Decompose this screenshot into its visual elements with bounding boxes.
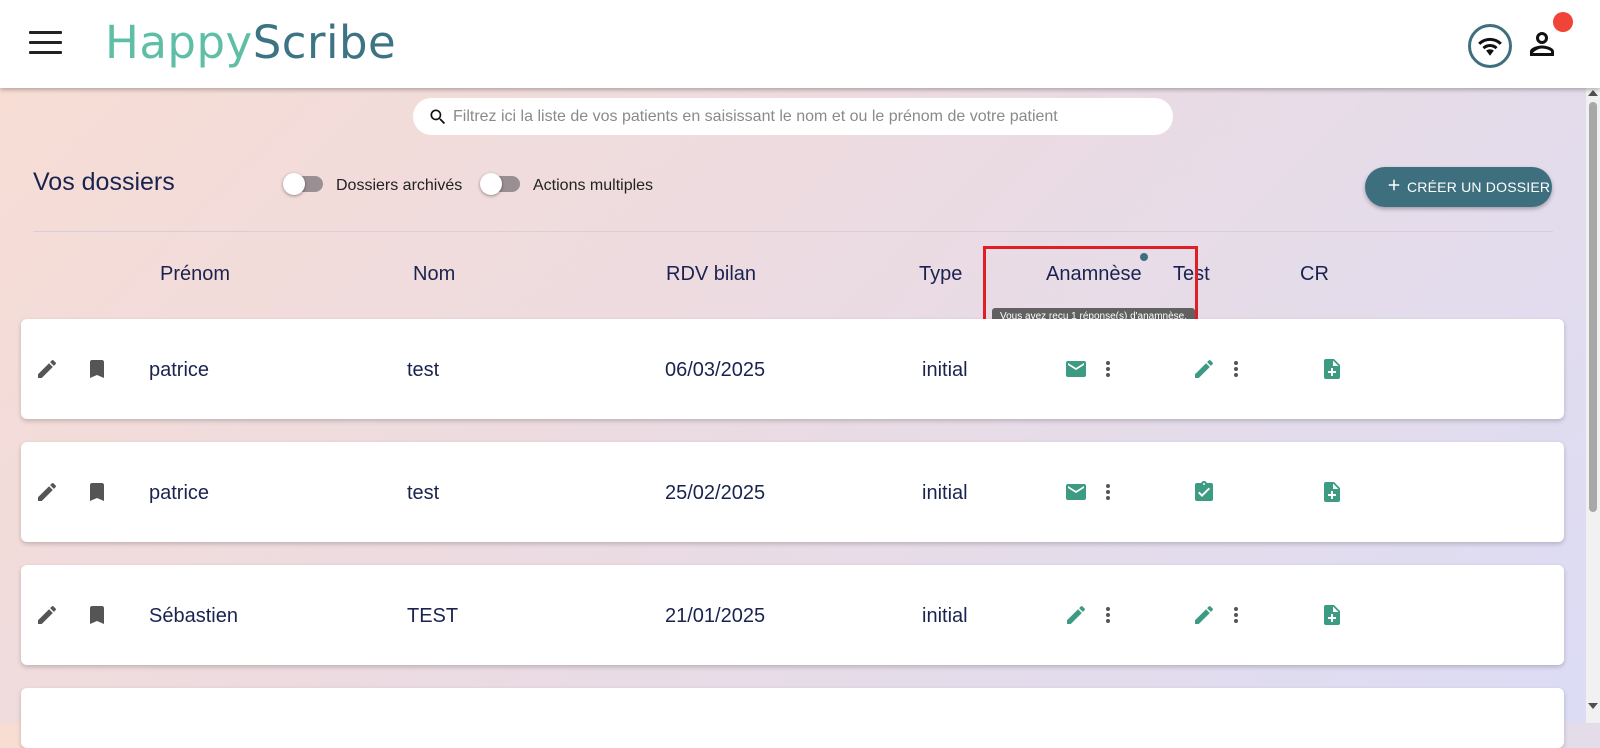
logo-part-happy: Happy (105, 16, 253, 69)
column-header-cr: CR (1300, 263, 1329, 285)
anamnese-notification-dot[interactable] (1140, 253, 1148, 261)
table-row[interactable] (21, 688, 1564, 748)
patient-search (413, 98, 1173, 135)
multiple-actions-toggle[interactable] (480, 173, 520, 195)
cell-prenom: patrice (149, 482, 210, 504)
menu-icon[interactable] (29, 31, 62, 55)
multiple-actions-toggle-label: Actions multiples (533, 177, 654, 194)
column-header-type[interactable]: Type (919, 263, 962, 286)
note-add-icon[interactable] (1320, 603, 1344, 627)
more-vert-icon[interactable] (1224, 603, 1248, 627)
app-header: HappyScribe (0, 0, 1600, 88)
clipboard-check-icon[interactable] (1192, 480, 1216, 504)
mail-icon[interactable] (1064, 357, 1088, 381)
table-row[interactable]: patrice test 25/02/2025 initial (21, 442, 1564, 542)
logo-part-scribe: Scribe (252, 16, 397, 69)
column-header-rdv[interactable]: RDV bilan (666, 263, 756, 286)
cell-rdv: 06/03/2025 (665, 359, 766, 381)
mail-icon[interactable] (1064, 480, 1088, 504)
more-vert-icon[interactable] (1096, 603, 1120, 627)
cell-nom: test (407, 359, 440, 381)
table-row[interactable]: patrice test 06/03/2025 initial (21, 319, 1564, 419)
edit-icon[interactable] (35, 357, 59, 381)
search-icon (428, 107, 448, 132)
toggle-knob (283, 173, 305, 195)
page-title: Vos dossiers (33, 168, 175, 196)
bookmark-icon[interactable] (85, 603, 109, 627)
cell-nom: test (407, 482, 440, 504)
more-vert-icon[interactable] (1224, 357, 1248, 381)
column-header-test: Test (1173, 263, 1210, 285)
cell-type: initial (922, 482, 968, 504)
cell-nom: TEST (407, 605, 459, 627)
edit-icon[interactable] (35, 480, 59, 504)
column-header-nom[interactable]: Nom (413, 263, 455, 286)
page-scrollbar[interactable] (1586, 88, 1600, 723)
app-logo[interactable]: HappyScribe (105, 16, 396, 69)
note-add-icon[interactable] (1320, 357, 1344, 381)
cell-rdv: 21/01/2025 (665, 605, 766, 627)
cell-prenom: patrice (149, 359, 210, 381)
table-row[interactable]: Sébastien TEST 21/01/2025 initial (21, 565, 1564, 665)
create-dossier-label: CRÉER UN DOSSIER (1407, 179, 1551, 195)
cell-prenom: Sébastien (149, 605, 238, 627)
toggle-knob (480, 173, 502, 195)
search-input[interactable] (451, 100, 1155, 134)
pencil-icon[interactable] (1192, 357, 1216, 381)
pencil-icon[interactable] (1192, 603, 1216, 627)
bookmark-icon[interactable] (85, 480, 109, 504)
divider (33, 231, 1553, 232)
cell-type: initial (922, 359, 968, 381)
create-dossier-button[interactable]: CRÉER UN DOSSIER (1365, 167, 1552, 207)
notification-badge (1553, 12, 1573, 32)
more-vert-icon[interactable] (1096, 480, 1120, 504)
plus-icon (1388, 179, 1400, 191)
column-header-prenom[interactable]: Prénom (160, 263, 230, 286)
user-icon[interactable] (1524, 26, 1562, 64)
note-add-icon[interactable] (1320, 480, 1344, 504)
scroll-up-icon[interactable] (1588, 90, 1598, 96)
cell-rdv: 25/02/2025 (665, 482, 766, 504)
archived-toggle[interactable] (283, 173, 323, 195)
edit-icon[interactable] (35, 603, 59, 627)
column-header-anamnese: Anamnèse (1046, 263, 1142, 285)
scroll-down-icon[interactable] (1588, 703, 1598, 709)
pencil-icon[interactable] (1064, 603, 1088, 627)
more-vert-icon[interactable] (1096, 357, 1120, 381)
cell-type: initial (922, 605, 968, 627)
archived-toggle-label: Dossiers archivés (336, 177, 463, 194)
bookmark-icon[interactable] (85, 357, 109, 381)
wifi-icon[interactable] (1468, 24, 1512, 68)
scrollbar-thumb[interactable] (1589, 102, 1597, 512)
